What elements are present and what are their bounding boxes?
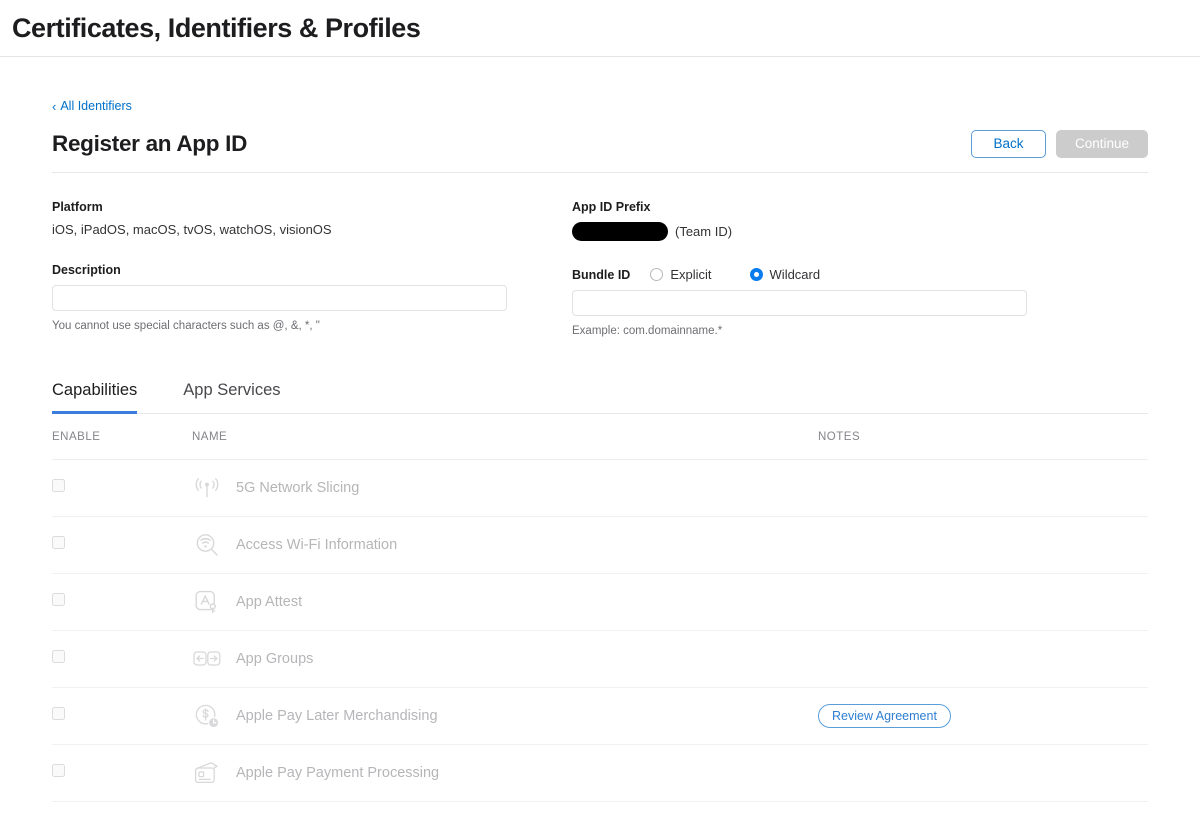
form-right-column: App ID Prefix (Team ID) Bundle ID Explic… — [572, 200, 1148, 337]
row-name-cell: Apple Pay Later Merchandising — [192, 701, 818, 731]
capability-label: Apple Pay Payment Processing — [236, 765, 440, 781]
row-name-cell: Apple Pay Payment Processing — [192, 758, 818, 788]
table-row: App Attest — [52, 574, 1148, 631]
capability-label: Apple Pay Later Merchandising — [236, 708, 438, 724]
row-name-cell: Access Wi-Fi Information — [192, 530, 818, 560]
bundle-id-explicit-label: Explicit — [670, 267, 712, 282]
row-name-cell: App Groups — [192, 644, 818, 674]
row-name-cell: 5G Network Slicing — [192, 473, 818, 503]
tab-app-services[interactable]: App Services — [183, 381, 280, 414]
column-header-notes: NOTES — [818, 430, 861, 443]
row-name-cell: App Attest — [192, 587, 818, 617]
row-enable-cell — [52, 764, 192, 782]
content-area: ‹ All Identifiers Register an App ID Bac… — [0, 57, 1200, 802]
platform-value: iOS, iPadOS, macOS, tvOS, watchOS, visio… — [52, 222, 332, 237]
capability-tabs: Capabilities App Services — [52, 381, 1148, 414]
column-header-enable: ENABLE — [52, 430, 101, 443]
wifi-magnifier-icon — [192, 530, 222, 560]
column-header-name: NAME — [192, 430, 228, 443]
capability-table-body: 5G Network Slicing Access Wi-Fi Informat… — [52, 460, 1148, 802]
section-title-row: Register an App ID Back Continue — [52, 130, 1148, 173]
bundle-id-wildcard-label: Wildcard — [769, 267, 821, 282]
redacted-team-id — [572, 222, 668, 241]
table-row: 5G Network Slicing — [52, 460, 1148, 517]
payment-cards-icon — [192, 758, 222, 788]
review-agreement-button[interactable]: Review Agreement — [818, 704, 951, 728]
bundle-id-radio-wildcard[interactable]: Wildcard — [749, 267, 821, 282]
wizard-actions: Back Continue — [971, 130, 1148, 158]
form-left-column: Platform iOS, iPadOS, macOS, tvOS, watch… — [52, 200, 572, 337]
table-row: App Groups — [52, 631, 1148, 688]
bundle-id-input[interactable] — [572, 290, 1027, 316]
capability-label: App Groups — [236, 651, 314, 667]
capability-label: App Attest — [236, 594, 303, 610]
capability-checkbox[interactable] — [52, 764, 65, 777]
app-id-prefix-label: App ID Prefix — [572, 200, 651, 214]
section-title: Register an App ID — [52, 131, 248, 156]
broadcast-antenna-icon — [192, 473, 222, 503]
back-button[interactable]: Back — [971, 130, 1046, 158]
team-id-suffix: (Team ID) — [675, 224, 733, 239]
chevron-left-icon: ‹ — [52, 99, 57, 114]
capability-table-header: ENABLE NAME NOTES — [52, 414, 1148, 460]
description-label: Description — [52, 263, 121, 277]
bundle-id-label: Bundle ID — [572, 267, 631, 282]
page-title: Certificates, Identifiers & Profiles — [12, 12, 421, 43]
table-row: Apple Pay Payment Processing — [52, 745, 1148, 802]
row-enable-cell — [52, 479, 192, 497]
app-id-prefix-value-row: (Team ID) — [572, 222, 1148, 241]
capability-checkbox[interactable] — [52, 650, 65, 663]
table-row: Access Wi-Fi Information — [52, 517, 1148, 574]
capability-label: Access Wi-Fi Information — [236, 537, 398, 553]
dollar-clock-icon — [192, 701, 222, 731]
row-notes-cell: Review Agreement — [818, 704, 1148, 728]
row-enable-cell — [52, 707, 192, 725]
app-groups-arrows-icon — [192, 644, 222, 674]
bundle-id-radio-explicit[interactable]: Explicit — [650, 267, 712, 282]
description-input[interactable] — [52, 285, 507, 311]
breadcrumb-label: All Identifiers — [60, 99, 132, 114]
capability-checkbox[interactable] — [52, 536, 65, 549]
platform-label: Platform — [52, 200, 103, 214]
bundle-id-hint: Example: com.domainname.* — [572, 325, 723, 337]
tab-capabilities[interactable]: Capabilities — [52, 381, 138, 414]
capability-checkbox[interactable] — [52, 593, 65, 606]
capability-checkbox[interactable] — [52, 479, 65, 492]
continue-button[interactable]: Continue — [1056, 130, 1148, 158]
radio-selected-icon — [749, 268, 763, 281]
description-hint: You cannot use special characters such a… — [52, 320, 320, 332]
breadcrumb-all-identifiers[interactable]: ‹ All Identifiers — [52, 100, 132, 113]
page-header: Certificates, Identifiers & Profiles — [0, 0, 1200, 57]
row-enable-cell — [52, 536, 192, 554]
capability-label: 5G Network Slicing — [236, 480, 360, 496]
radio-unselected-icon — [650, 268, 664, 281]
bundle-id-type-row: Bundle ID Explicit Wildcard — [572, 267, 1148, 282]
app-attest-key-icon — [192, 587, 222, 617]
row-enable-cell — [52, 593, 192, 611]
row-enable-cell — [52, 650, 192, 668]
app-id-form: Platform iOS, iPadOS, macOS, tvOS, watch… — [52, 200, 1148, 337]
table-row: Apple Pay Later Merchandising Review Agr… — [52, 688, 1148, 745]
capability-checkbox[interactable] — [52, 707, 65, 720]
